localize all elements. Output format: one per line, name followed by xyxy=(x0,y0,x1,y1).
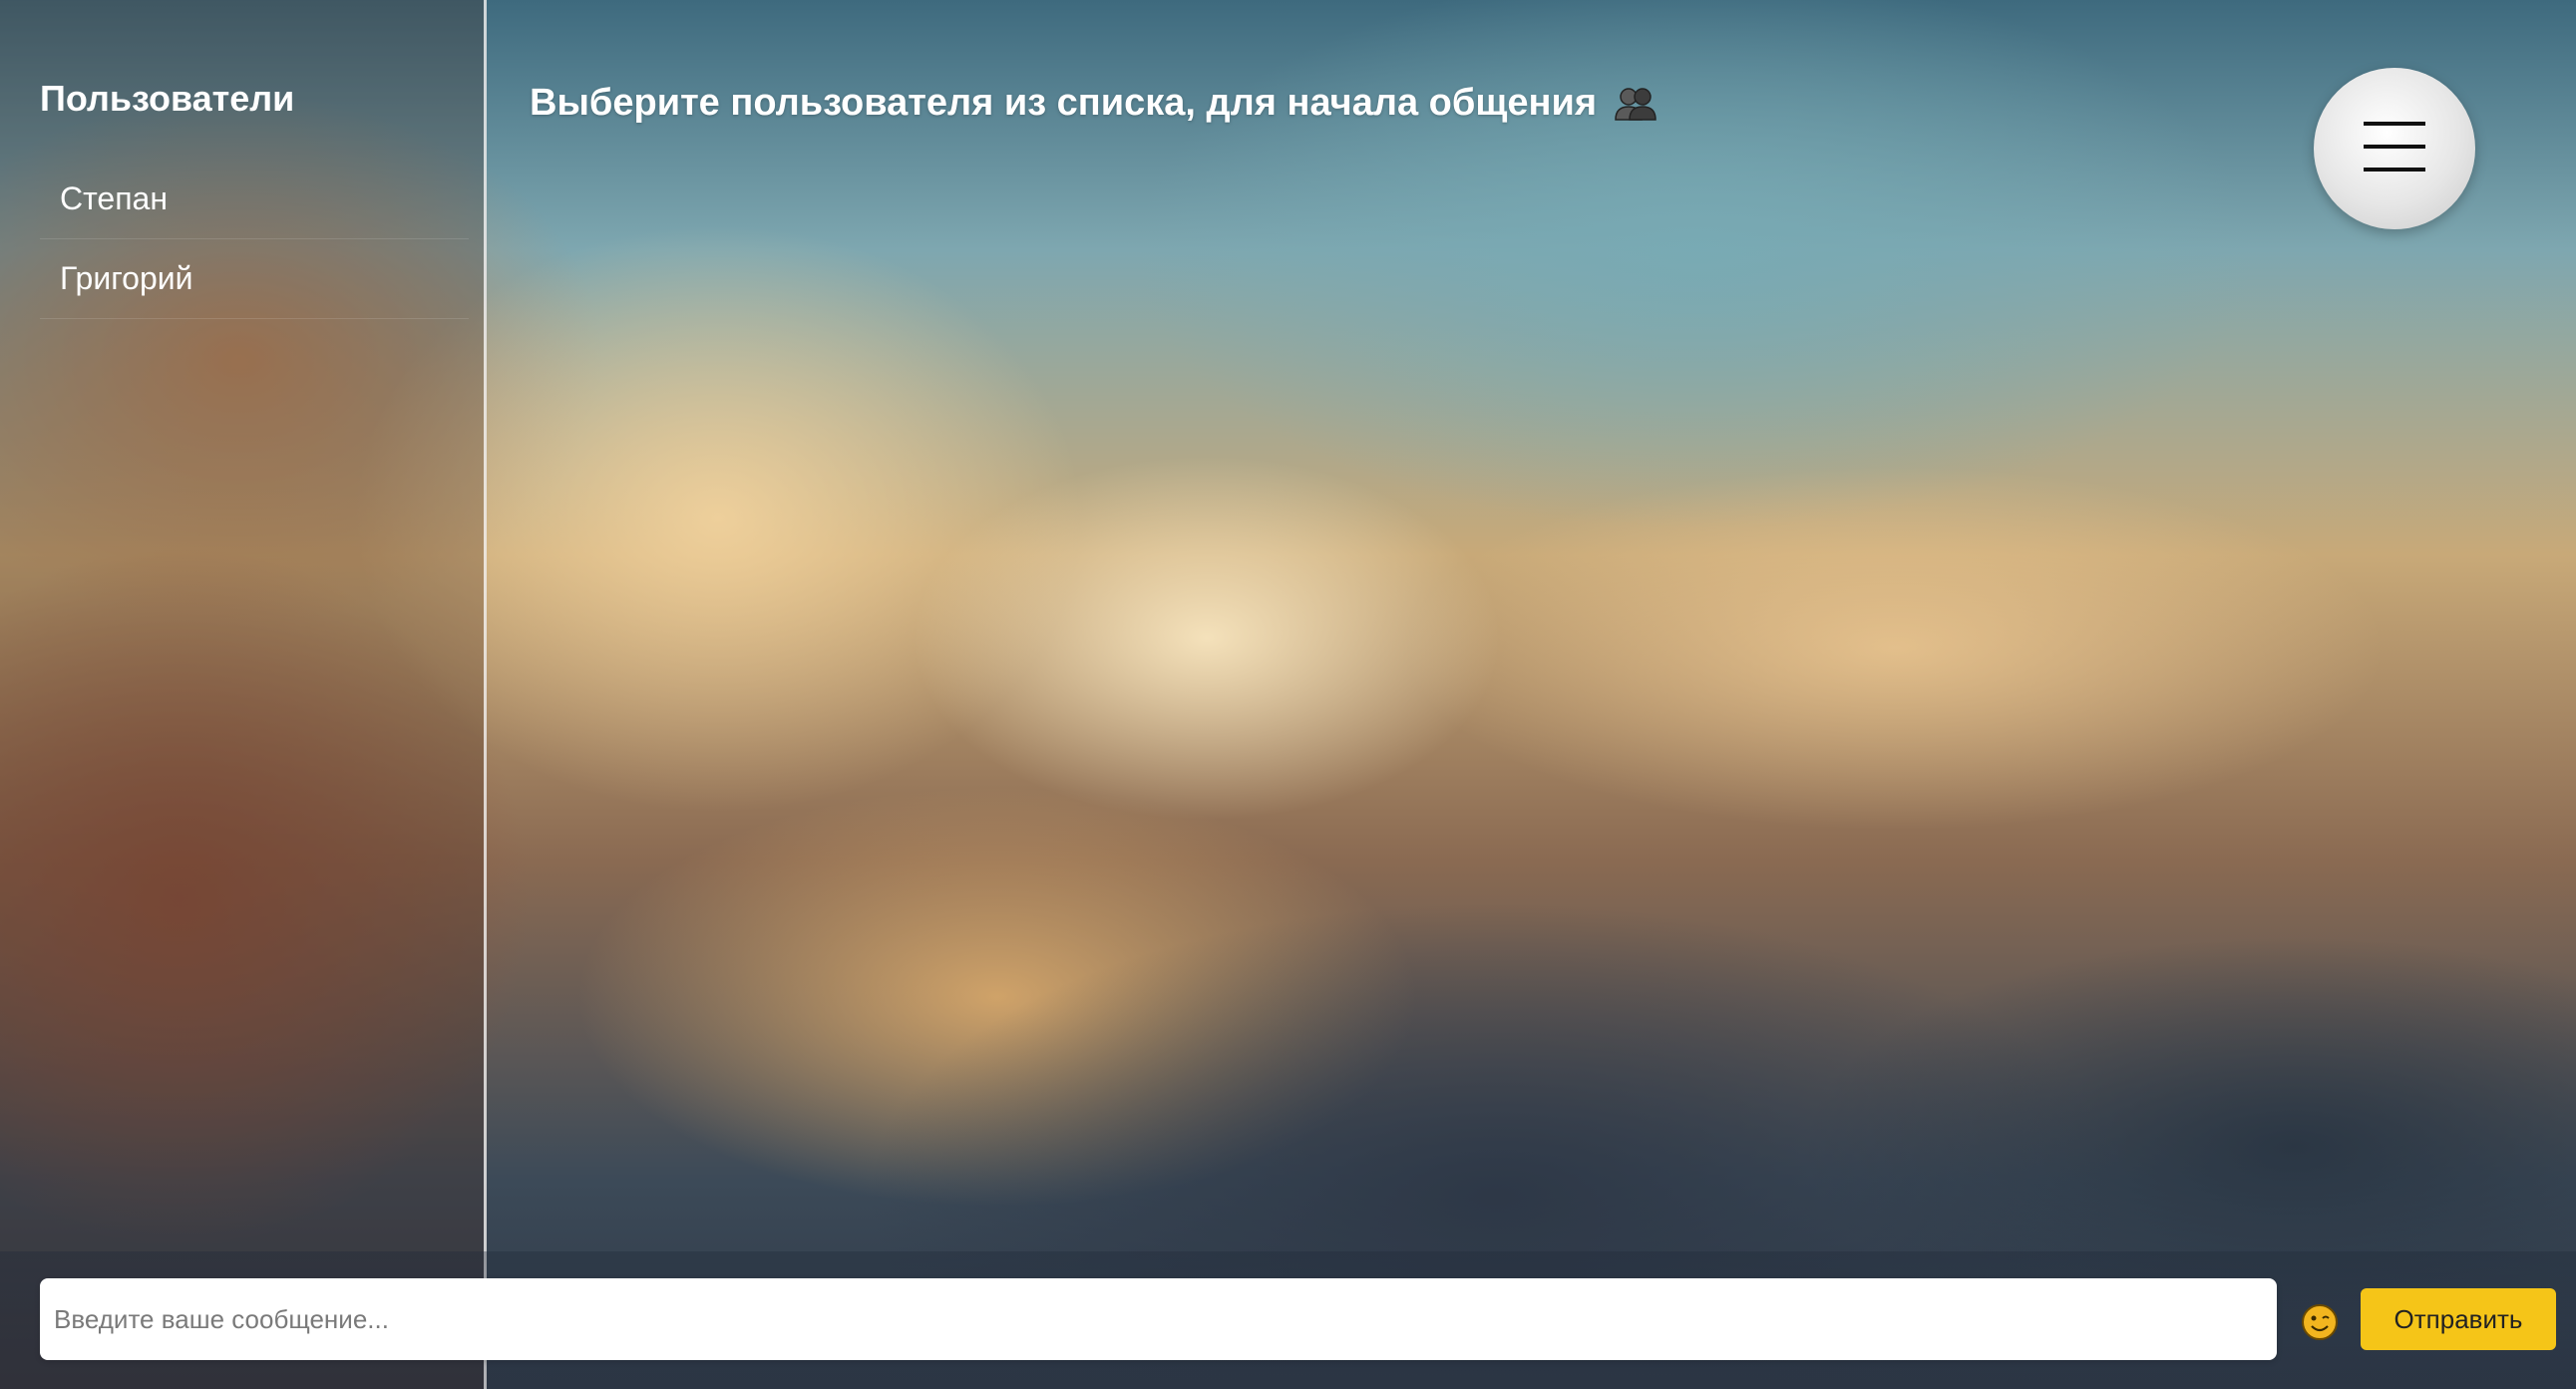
hamburger-menu-icon xyxy=(2364,120,2425,178)
user-item-grigoriy[interactable]: Григорий xyxy=(40,239,469,319)
users-sidebar: Пользователи Степан Григорий xyxy=(0,0,487,1389)
menu-button[interactable] xyxy=(2314,68,2475,229)
send-button[interactable]: Отправить xyxy=(2361,1288,2556,1350)
message-input[interactable] xyxy=(40,1278,2277,1360)
smiley-icon xyxy=(2300,1304,2340,1346)
chat-app: Пользователи Степан Григорий Выберите по… xyxy=(0,0,2576,1389)
chat-header: Выберите пользователя из списка, для нач… xyxy=(530,82,1658,125)
emoji-button[interactable] xyxy=(2300,1302,2340,1342)
page-title: Выберите пользователя из списка, для нач… xyxy=(530,82,1598,124)
sidebar-title: Пользователи xyxy=(40,78,295,119)
people-icon xyxy=(1613,84,1658,124)
user-item-stepan[interactable]: Степан xyxy=(40,160,469,239)
user-list: Степан Григорий xyxy=(40,160,469,319)
